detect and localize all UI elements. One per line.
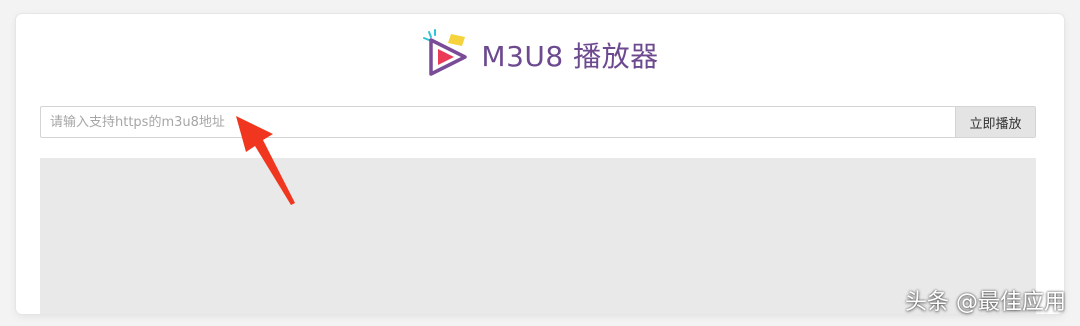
- play-logo-icon: [423, 29, 468, 76]
- m3u8-url-input[interactable]: [41, 107, 955, 137]
- watermark-text: 头条 @最佳应用: [905, 290, 1066, 315]
- app-header: M3U8 播放器: [16, 29, 1064, 80]
- player-page-card: M3U8 播放器 立即播放: [16, 14, 1064, 314]
- play-now-button[interactable]: 立即播放: [955, 107, 1035, 137]
- url-bar: 立即播放: [40, 106, 1036, 138]
- app-title: M3U8 播放器: [481, 40, 659, 73]
- video-player-area[interactable]: [40, 158, 1036, 314]
